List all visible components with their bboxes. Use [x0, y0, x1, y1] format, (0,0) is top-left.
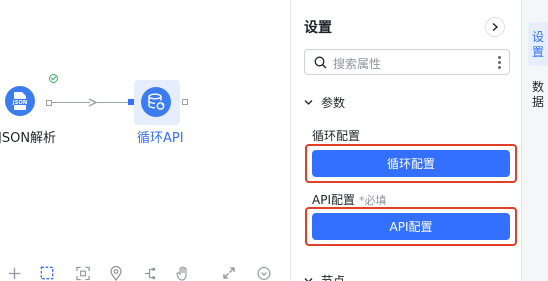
params-section-label: 参数 — [321, 95, 346, 110]
hand-pan-icon[interactable] — [176, 265, 190, 281]
loop-config-button[interactable]: 循环配置 — [312, 150, 510, 177]
success-check-icon — [49, 74, 58, 83]
flow-edge-segment[interactable] — [97, 102, 129, 103]
chevron-down-circle-icon[interactable] — [257, 266, 271, 280]
json-file-icon: JSON — [11, 92, 29, 110]
loop-config-label: 循环配置 — [312, 129, 361, 143]
node-section-header[interactable]: 节点 — [304, 272, 345, 281]
locate-icon[interactable] — [109, 265, 123, 281]
api-config-button[interactable]: API配置 — [312, 213, 510, 240]
search-placeholder: 搜索属性 — [333, 57, 382, 71]
loop-config-highlight: 循环配置 — [305, 144, 517, 183]
panel-title: 设置 — [304, 20, 332, 36]
flow-edge[interactable] — [52, 102, 90, 103]
rail-tab-data[interactable]: 数据 — [528, 72, 548, 116]
loop-node-output-port[interactable] — [182, 99, 188, 105]
chevron-down-icon — [304, 99, 313, 105]
required-marker: *必填 — [359, 194, 387, 207]
flow-canvas[interactable]: JSON JSON解析 循环API — [0, 0, 290, 281]
loop-node-input-port[interactable] — [128, 99, 134, 105]
json-node-icon[interactable]: JSON — [5, 86, 35, 116]
api-config-label-row: API配置 *必填 — [312, 191, 387, 208]
settings-panel: 设置 搜索属性 参数 循环配置 循环配置 API配置 *必填 API配置 节点 — [291, 0, 521, 281]
right-rail: 设置 数据 — [522, 0, 548, 281]
json-icon-text: JSON — [12, 100, 27, 106]
rail-tab-data-label: 数据 — [532, 80, 545, 109]
params-section-header[interactable]: 参数 — [304, 94, 345, 110]
plus-icon[interactable] — [7, 266, 21, 280]
api-config-highlight: API配置 — [305, 207, 517, 246]
json-node-label[interactable]: JSON解析 — [0, 127, 56, 146]
json-node-output-port[interactable] — [46, 100, 52, 106]
rail-tab-settings-label: 设置 — [532, 30, 545, 59]
more-options-icon[interactable] — [498, 56, 501, 69]
fit-view-icon[interactable] — [76, 266, 90, 280]
database-loop-icon — [148, 93, 165, 110]
select-box-icon[interactable] — [40, 266, 54, 280]
search-icon — [314, 56, 327, 69]
chevron-right-icon — [492, 22, 499, 32]
chevron-down-icon — [304, 277, 313, 281]
app-root: JSON JSON解析 循环API 设置 搜索属性 参数 循环配置 循环配置 A… — [0, 0, 548, 281]
canvas-toolbar — [0, 262, 290, 281]
expand-icon[interactable] — [222, 266, 236, 280]
collapse-panel-button[interactable] — [485, 17, 505, 37]
node-section-label: 节点 — [321, 273, 346, 281]
layout-tree-icon[interactable] — [143, 266, 157, 280]
loop-api-node-label[interactable]: 循环API — [137, 127, 184, 146]
api-config-label: API配置 — [312, 193, 355, 207]
loop-node-icon[interactable] — [141, 87, 171, 117]
property-search-input[interactable]: 搜索属性 — [304, 49, 510, 75]
rail-tab-settings[interactable]: 设置 — [528, 22, 548, 66]
